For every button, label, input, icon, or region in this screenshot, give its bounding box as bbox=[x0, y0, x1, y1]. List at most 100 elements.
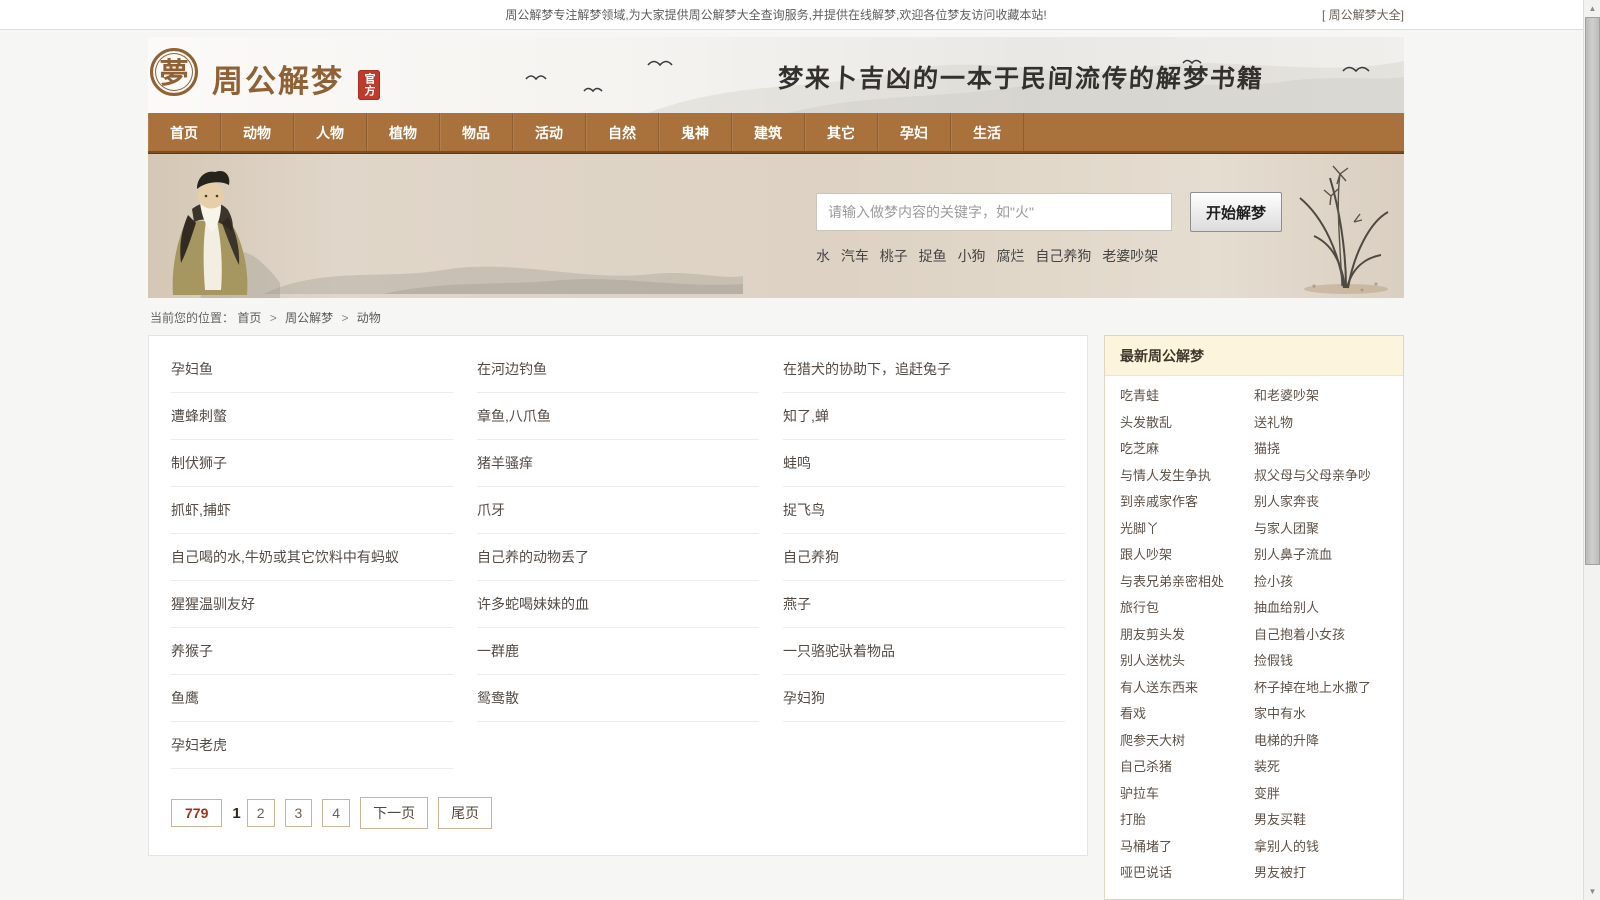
dream-topic-link[interactable]: 在河边钓鱼 bbox=[477, 346, 759, 392]
dream-topic-link[interactable]: 许多蛇喝妹妹的血 bbox=[477, 581, 759, 627]
latest-dream-link[interactable]: 朋友剪头发 bbox=[1120, 622, 1254, 649]
latest-dream-link[interactable]: 变胖 bbox=[1254, 781, 1280, 808]
latest-dream-link[interactable]: 爬参天大树 bbox=[1120, 728, 1254, 755]
latest-dream-link[interactable]: 电梯的升降 bbox=[1254, 728, 1319, 755]
latest-dream-link[interactable]: 有人送东西来 bbox=[1120, 675, 1254, 702]
dream-topic-link[interactable]: 捉飞鸟 bbox=[783, 487, 1065, 533]
latest-dream-link[interactable]: 别人家奔丧 bbox=[1254, 489, 1319, 516]
scroll-thumb[interactable] bbox=[1585, 17, 1600, 565]
latest-dream-link[interactable]: 与情人发生争执 bbox=[1120, 463, 1254, 490]
breadcrumb-link-animals[interactable]: 动物 bbox=[357, 311, 381, 325]
dream-topic-link[interactable]: 制伏狮子 bbox=[171, 440, 453, 486]
next-page-button[interactable]: 下一页 bbox=[360, 797, 428, 829]
dream-topic-link[interactable]: 一群鹿 bbox=[477, 628, 759, 674]
latest-dream-link[interactable]: 驴拉车 bbox=[1120, 781, 1254, 808]
hot-keyword-link[interactable]: 捉鱼 bbox=[919, 248, 947, 264]
latest-dream-link[interactable]: 吃青蛙 bbox=[1120, 383, 1254, 410]
dream-topic-link[interactable]: 章鱼,八爪鱼 bbox=[477, 393, 759, 439]
dream-search-input[interactable] bbox=[816, 193, 1172, 231]
hot-keyword-link[interactable]: 汽车 bbox=[841, 248, 869, 264]
latest-dream-link[interactable]: 装死 bbox=[1254, 754, 1280, 781]
latest-dream-link[interactable]: 叔父母与父母亲争吵 bbox=[1254, 463, 1371, 490]
latest-dream-link[interactable]: 杯子掉在地上水撒了 bbox=[1254, 675, 1371, 702]
browser-scrollbar[interactable]: ▲ ▼ bbox=[1583, 0, 1600, 900]
last-page-button[interactable]: 尾页 bbox=[438, 797, 492, 829]
dream-topic-link[interactable]: 在猎犬的协助下，追赶兔子 bbox=[783, 346, 1065, 392]
nav-item-animals[interactable]: 动物 bbox=[221, 113, 294, 151]
nav-item-buildings[interactable]: 建筑 bbox=[732, 113, 805, 151]
latest-dream-link[interactable]: 哑巴说话 bbox=[1120, 860, 1254, 887]
latest-dream-link[interactable]: 抽血给别人 bbox=[1254, 595, 1319, 622]
latest-dream-link[interactable]: 旅行包 bbox=[1120, 595, 1254, 622]
latest-dream-link[interactable]: 与家人团聚 bbox=[1254, 516, 1319, 543]
dream-topic-link[interactable]: 燕子 bbox=[783, 581, 1065, 627]
site-name-link[interactable]: [ 周公解梦大全] bbox=[1322, 0, 1404, 30]
latest-dream-link[interactable]: 马桶堵了 bbox=[1120, 834, 1254, 861]
site-logo[interactable]: 夢 周公解梦 官方 bbox=[150, 48, 380, 101]
page-link-3[interactable]: 3 bbox=[285, 799, 313, 827]
nav-item-others[interactable]: 其它 bbox=[805, 113, 878, 151]
scroll-up-arrow-icon[interactable]: ▲ bbox=[1584, 0, 1600, 17]
dream-topic-link[interactable]: 爪牙 bbox=[477, 487, 759, 533]
page-link-2[interactable]: 2 bbox=[247, 799, 275, 827]
dream-topic-link[interactable]: 自己养的动物丢了 bbox=[477, 534, 759, 580]
search-button[interactable]: 开始解梦 bbox=[1190, 192, 1282, 232]
latest-dream-link[interactable]: 自己杀猪 bbox=[1120, 754, 1254, 781]
dream-topic-link[interactable]: 孕妇鱼 bbox=[171, 346, 453, 392]
latest-dream-link[interactable]: 看戏 bbox=[1120, 701, 1254, 728]
hot-keyword-link[interactable]: 水 bbox=[816, 248, 830, 264]
latest-dream-link[interactable]: 男友被打 bbox=[1254, 860, 1306, 887]
dream-topic-link[interactable]: 蛙鸣 bbox=[783, 440, 1065, 486]
nav-item-activities[interactable]: 活动 bbox=[513, 113, 586, 151]
latest-dream-link[interactable]: 与表兄弟亲密相处 bbox=[1120, 569, 1254, 596]
latest-dream-link[interactable]: 拿别人的钱 bbox=[1254, 834, 1319, 861]
dream-topic-link[interactable]: 鱼鹰 bbox=[171, 675, 453, 721]
latest-dream-link[interactable]: 捡假钱 bbox=[1254, 648, 1293, 675]
dream-topic-link[interactable]: 自己喝的水,牛奶或其它饮料中有蚂蚁 bbox=[171, 534, 453, 580]
latest-dream-link[interactable]: 猫挠 bbox=[1254, 436, 1280, 463]
scroll-down-arrow-icon[interactable]: ▼ bbox=[1584, 883, 1600, 900]
hot-keyword-link[interactable]: 老婆吵架 bbox=[1102, 248, 1158, 264]
latest-dream-link[interactable]: 家中有水 bbox=[1254, 701, 1306, 728]
latest-dream-link[interactable]: 光脚丫 bbox=[1120, 516, 1254, 543]
nav-item-nature[interactable]: 自然 bbox=[586, 113, 659, 151]
latest-dream-link[interactable]: 捡小孩 bbox=[1254, 569, 1293, 596]
latest-dream-link[interactable]: 到亲戚家作客 bbox=[1120, 489, 1254, 516]
page-link-4[interactable]: 4 bbox=[322, 799, 350, 827]
latest-dream-link[interactable]: 别人鼻子流血 bbox=[1254, 542, 1332, 569]
hot-keyword-link[interactable]: 桃子 bbox=[880, 248, 908, 264]
dream-topic-link[interactable]: 孕妇狗 bbox=[783, 675, 1065, 721]
latest-dream-link[interactable]: 头发散乱 bbox=[1120, 410, 1254, 437]
nav-item-home[interactable]: 首页 bbox=[148, 113, 221, 151]
breadcrumb-link-home[interactable]: 首页 bbox=[237, 311, 261, 325]
dream-topic-link[interactable]: 猪羊骚痒 bbox=[477, 440, 759, 486]
latest-dream-link[interactable]: 送礼物 bbox=[1254, 410, 1293, 437]
hot-keyword-link[interactable]: 小狗 bbox=[958, 248, 986, 264]
dream-topic-link[interactable]: 孕妇老虎 bbox=[171, 722, 453, 768]
dream-topic-link[interactable]: 猩猩温驯友好 bbox=[171, 581, 453, 627]
nav-item-people[interactable]: 人物 bbox=[294, 113, 367, 151]
latest-dream-link[interactable]: 跟人吵架 bbox=[1120, 542, 1254, 569]
dream-topic-link[interactable]: 鸳鸯散 bbox=[477, 675, 759, 721]
dream-topic-link[interactable]: 养猴子 bbox=[171, 628, 453, 674]
latest-dream-link[interactable]: 和老婆吵架 bbox=[1254, 383, 1319, 410]
dream-topic-link[interactable]: 抓虾,捕虾 bbox=[171, 487, 453, 533]
dream-topic-link[interactable]: 一只骆驼驮着物品 bbox=[783, 628, 1065, 674]
hot-keyword-link[interactable]: 腐烂 bbox=[996, 248, 1024, 264]
dream-topic-link[interactable]: 知了,蝉 bbox=[783, 393, 1065, 439]
hot-keyword-link[interactable]: 自己养狗 bbox=[1035, 248, 1091, 264]
nav-item-plants[interactable]: 植物 bbox=[367, 113, 440, 151]
nav-item-pregnancy[interactable]: 孕妇 bbox=[878, 113, 951, 151]
latest-dream-link[interactable]: 男友买鞋 bbox=[1254, 807, 1306, 834]
dream-topic-link[interactable]: 遭蜂刺螫 bbox=[171, 393, 453, 439]
latest-dream-link[interactable]: 打胎 bbox=[1120, 807, 1254, 834]
latest-dream-link[interactable]: 自己抱着小女孩 bbox=[1254, 622, 1345, 649]
hot-keywords: 水 汽车 桃子 捉鱼 小狗 腐烂 自己养狗 老婆吵架 bbox=[816, 246, 1165, 266]
nav-item-ghosts[interactable]: 鬼神 bbox=[659, 113, 732, 151]
nav-item-objects[interactable]: 物品 bbox=[440, 113, 513, 151]
latest-dream-link[interactable]: 吃芝麻 bbox=[1120, 436, 1254, 463]
breadcrumb-link-dreams[interactable]: 周公解梦 bbox=[285, 311, 333, 325]
latest-dream-link[interactable]: 别人送枕头 bbox=[1120, 648, 1254, 675]
dream-topic-link[interactable]: 自己养狗 bbox=[783, 534, 1065, 580]
nav-item-life[interactable]: 生活 bbox=[951, 113, 1024, 151]
